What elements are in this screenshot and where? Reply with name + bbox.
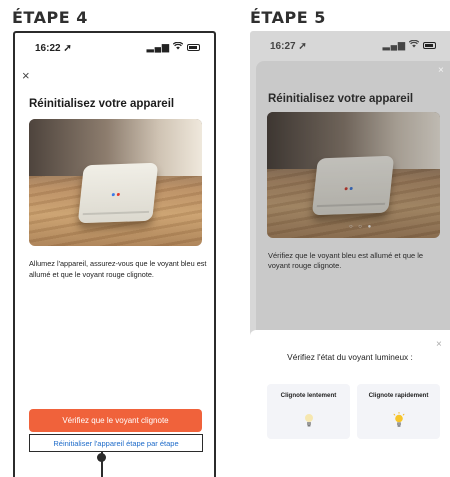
- option-blinks-slowly[interactable]: Clignote lentement: [267, 384, 350, 439]
- instructions-text: Allumez l'appareil, assurez-vous que le …: [29, 259, 207, 279]
- location-icon: ➚: [298, 41, 307, 52]
- option-label: Clignote rapidement: [368, 392, 429, 399]
- led-status-bottom-sheet: × Vérifiez l'état du voyant lumineux : C…: [250, 330, 450, 477]
- phone-screen-step-4: 16:22 ➚ ▂▄▆ × Réinitialisez votre appare…: [13, 31, 216, 477]
- battery-icon: [423, 42, 436, 50]
- instructions-text: Vérifiez que le voyant bleu est allumé e…: [268, 251, 424, 270]
- close-icon[interactable]: ×: [438, 66, 444, 76]
- battery-icon: [187, 44, 200, 52]
- device-photo: ○ ○ ●: [267, 112, 440, 238]
- signal-icon: ▂▄▆: [382, 40, 406, 50]
- signal-icon: ▂▄▆: [146, 42, 170, 52]
- close-icon[interactable]: ×: [436, 340, 442, 350]
- wifi-icon: [409, 39, 423, 50]
- option-label: Clignote lentement: [280, 392, 337, 399]
- check-led-blinking-button[interactable]: Vérifiez que le voyant clignote: [29, 409, 202, 432]
- step-5-label: ÉTAPE 5: [250, 8, 326, 27]
- status-bar: 16:27 ➚ ▂▄▆: [250, 31, 450, 57]
- wifi-icon: [173, 41, 187, 52]
- status-time: 16:22 ➚: [35, 43, 72, 54]
- blue-led: [111, 193, 115, 197]
- carousel-dots: ○ ○ ●: [349, 224, 374, 230]
- page-title: Réinitialisez votre appareil: [268, 93, 414, 105]
- hub-device-image: [311, 155, 395, 216]
- reset-step-by-step-link[interactable]: Réinitialiser l'appareil étape par étape: [29, 434, 203, 452]
- close-icon[interactable]: ×: [22, 69, 30, 82]
- red-led: [344, 187, 348, 191]
- location-icon: ➚: [63, 43, 72, 54]
- device-photo: [29, 119, 202, 246]
- step-4-label: ÉTAPE 4: [12, 8, 88, 27]
- red-led: [116, 192, 121, 197]
- sheet-title: Vérifiez l'état du voyant lumineux :: [287, 352, 413, 362]
- hub-device-image: [77, 162, 159, 224]
- bulb-dim-icon: [305, 414, 313, 427]
- status-time: 16:27 ➚: [270, 41, 307, 52]
- page-title: Réinitialisez votre appareil: [29, 98, 175, 110]
- callout-dot: [97, 453, 106, 462]
- phone-screen-step-5: 16:27 ➚ ▂▄▆ × Réinitialisez votre appare…: [250, 31, 450, 477]
- bulb-lit-icon: [393, 412, 405, 427]
- option-blinks-fast[interactable]: Clignote rapidement: [357, 384, 440, 439]
- blue-led: [349, 186, 353, 191]
- status-bar: 16:22 ➚ ▂▄▆: [15, 33, 214, 59]
